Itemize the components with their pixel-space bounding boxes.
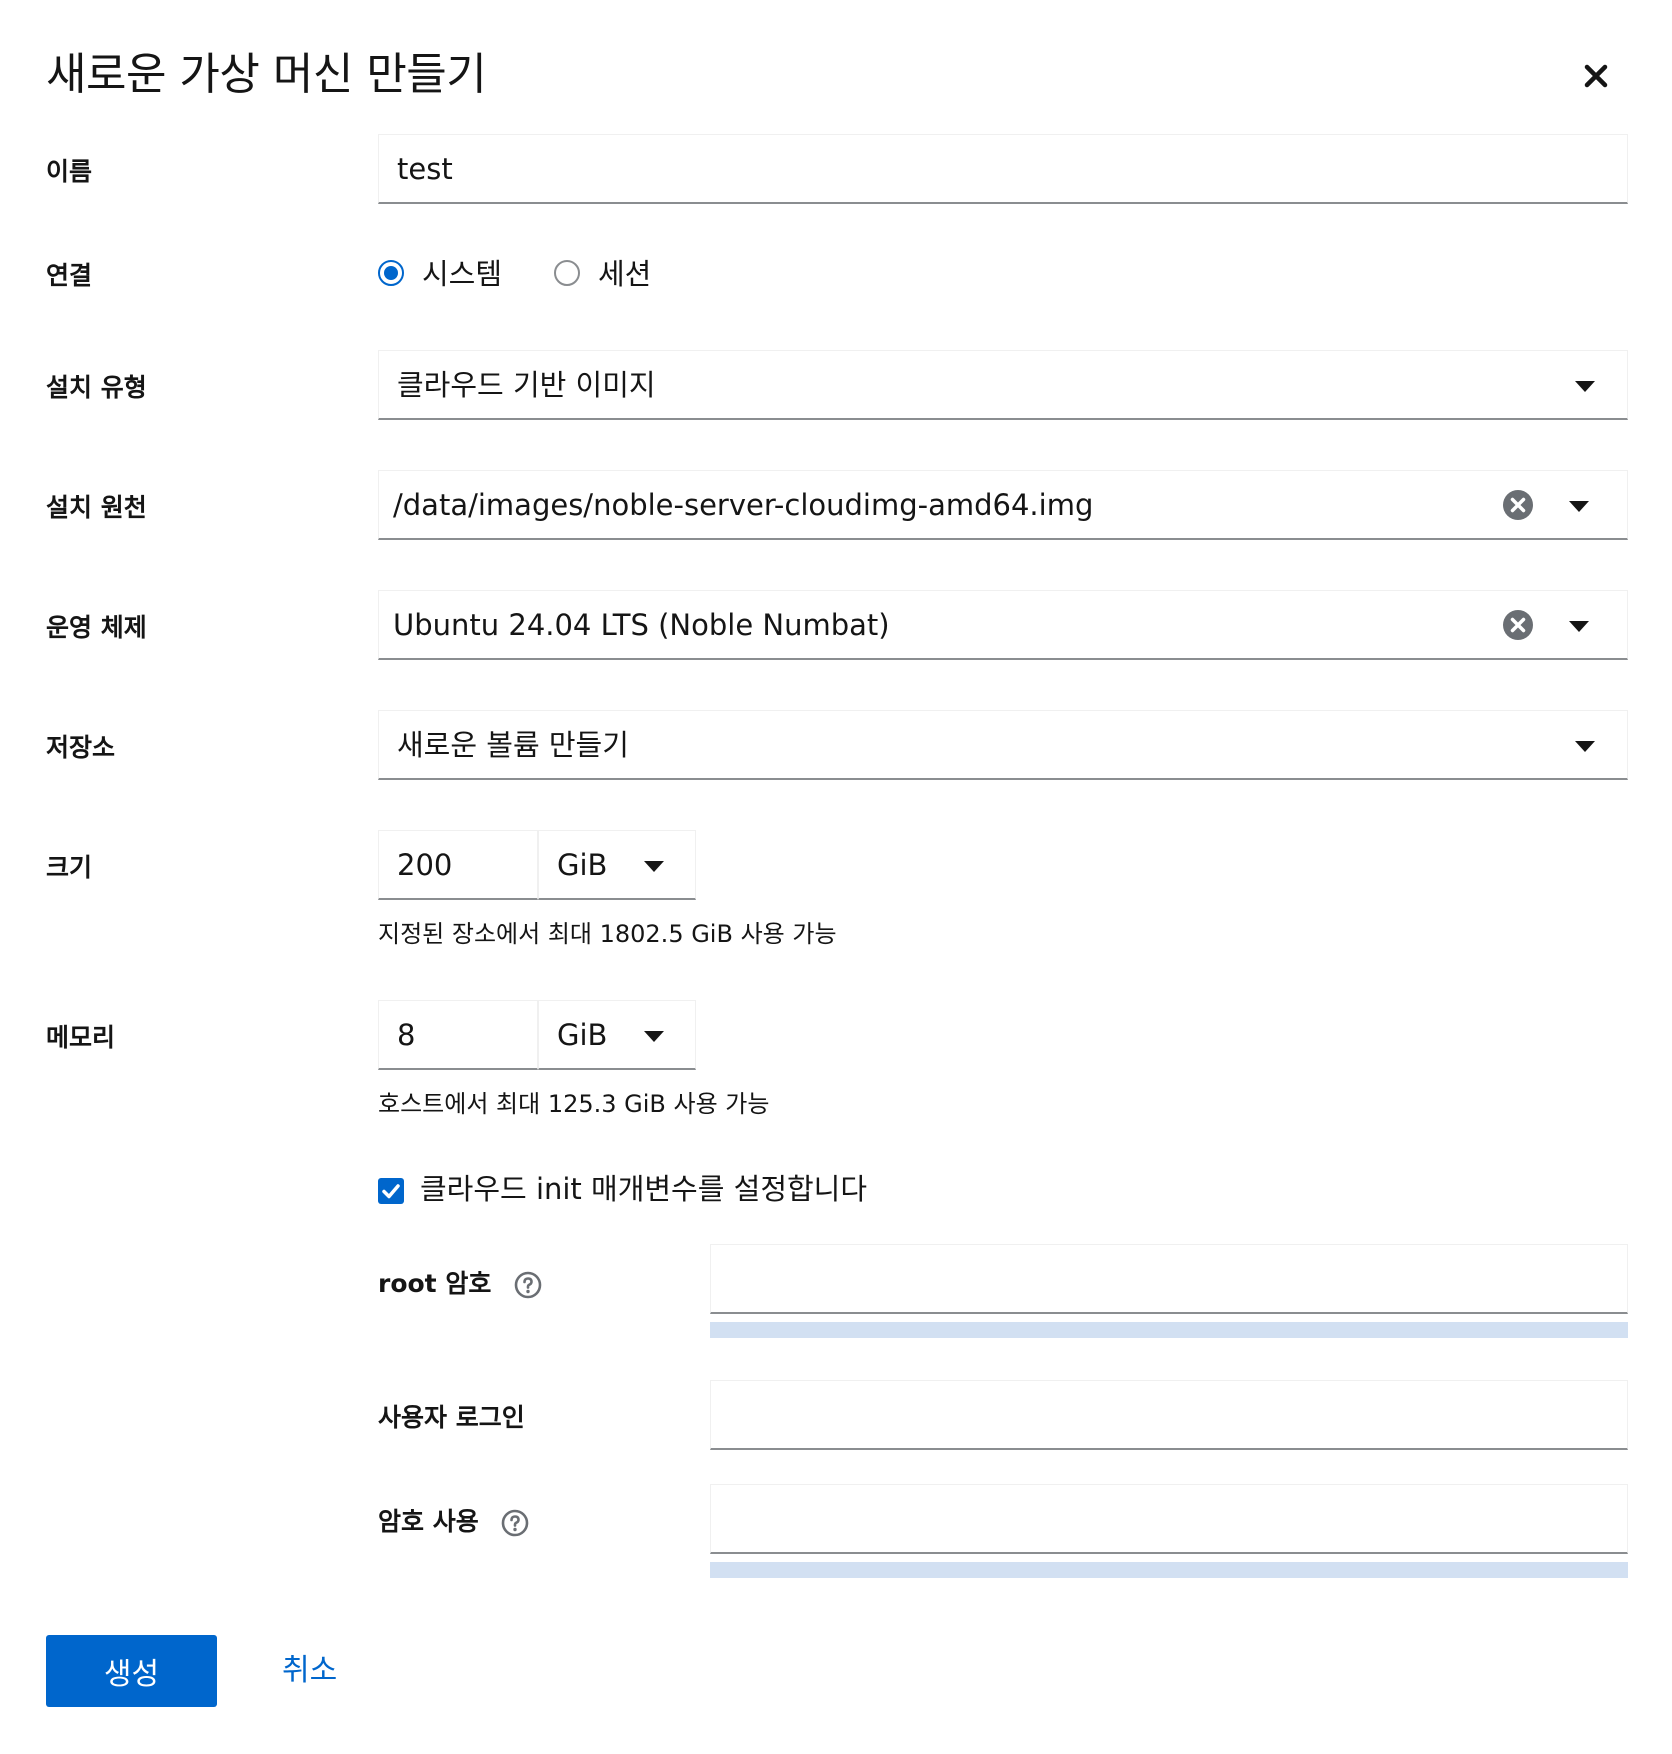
install-type-select[interactable]: 클라우드 기반 이미지 <box>378 350 1628 420</box>
install-source-label: 설치 원천 <box>46 493 147 522</box>
caret-down-icon[interactable] <box>1569 621 1589 632</box>
clear-circle-icon[interactable] <box>1502 609 1534 641</box>
radio-system-label[interactable]: 시스템 <box>422 252 502 296</box>
os-label: 운영 체제 <box>46 613 147 642</box>
memory-unit-select[interactable]: GiB <box>538 1000 696 1070</box>
size-unit-select[interactable]: GiB <box>538 830 696 900</box>
memory-value: 8 <box>397 1018 416 1052</box>
install-type-value: 클라우드 기반 이미지 <box>397 368 656 402</box>
caret-down-icon[interactable] <box>1575 741 1595 752</box>
root-password-label: root 암호 <box>378 1269 492 1298</box>
connection-label: 연결 <box>46 261 93 290</box>
user-password-label-row: 암호 사용 <box>378 1502 529 1538</box>
root-password-strength-meter <box>710 1322 1628 1338</box>
memory-input[interactable]: 8 <box>378 1000 538 1070</box>
create-button[interactable]: 생성 <box>46 1635 217 1707</box>
size-input[interactable]: 200 <box>378 830 538 900</box>
caret-down-icon[interactable] <box>644 1031 664 1042</box>
clear-circle-icon[interactable] <box>1502 489 1534 521</box>
root-password-input[interactable] <box>710 1244 1628 1314</box>
size-value: 200 <box>397 848 453 882</box>
caret-down-icon[interactable] <box>644 861 664 872</box>
memory-help-text: 호스트에서 최대 125.3 GiB 사용 가능 <box>378 1090 770 1118</box>
radio-session-label[interactable]: 세션 <box>598 252 651 296</box>
root-password-label-row: root 암호 <box>378 1264 542 1300</box>
question-circle-icon[interactable] <box>514 1271 542 1299</box>
install-type-label: 설치 유형 <box>46 373 147 402</box>
install-source-value: /data/images/noble-server-cloudimg-amd64… <box>393 488 1094 522</box>
caret-down-icon[interactable] <box>1569 501 1589 512</box>
install-source-combobox[interactable]: /data/images/noble-server-cloudimg-amd64… <box>378 470 1628 540</box>
user-login-input[interactable] <box>710 1380 1628 1450</box>
radio-session[interactable] <box>554 260 580 286</box>
cloud-init-checkbox[interactable] <box>378 1178 404 1204</box>
size-unit: GiB <box>557 848 608 882</box>
user-password-label: 암호 사용 <box>378 1507 479 1536</box>
check-icon <box>382 1184 400 1199</box>
memory-label: 메모리 <box>46 1023 116 1052</box>
os-value: Ubuntu 24.04 LTS (Noble Numbat) <box>393 608 890 642</box>
name-label: 이름 <box>46 157 93 186</box>
storage-select[interactable]: 새로운 볼륨 만들기 <box>378 710 1628 780</box>
storage-label: 저장소 <box>46 733 116 762</box>
size-help-text: 지정된 장소에서 최대 1802.5 GiB 사용 가능 <box>378 920 837 948</box>
name-value: test <box>397 152 453 186</box>
name-input[interactable]: test <box>378 134 1628 204</box>
user-login-label: 사용자 로그인 <box>378 1403 525 1432</box>
user-password-input[interactable] <box>710 1484 1628 1554</box>
user-password-strength-meter <box>710 1562 1628 1578</box>
size-label: 크기 <box>46 853 93 882</box>
question-circle-icon[interactable] <box>501 1509 529 1537</box>
cancel-button[interactable]: 취소 <box>262 1635 357 1707</box>
caret-down-icon[interactable] <box>1575 381 1595 392</box>
storage-value: 새로운 볼륨 만들기 <box>397 728 629 762</box>
os-combobox[interactable]: Ubuntu 24.04 LTS (Noble Numbat) <box>378 590 1628 660</box>
cloud-init-checkbox-label[interactable]: 클라우드 init 매개변수를 설정합니다 <box>420 1166 867 1212</box>
memory-unit: GiB <box>557 1018 608 1052</box>
close-icon[interactable] <box>1576 56 1616 96</box>
dialog-title: 새로운 가상 머신 만들기 <box>46 49 487 100</box>
radio-system[interactable] <box>378 260 404 286</box>
